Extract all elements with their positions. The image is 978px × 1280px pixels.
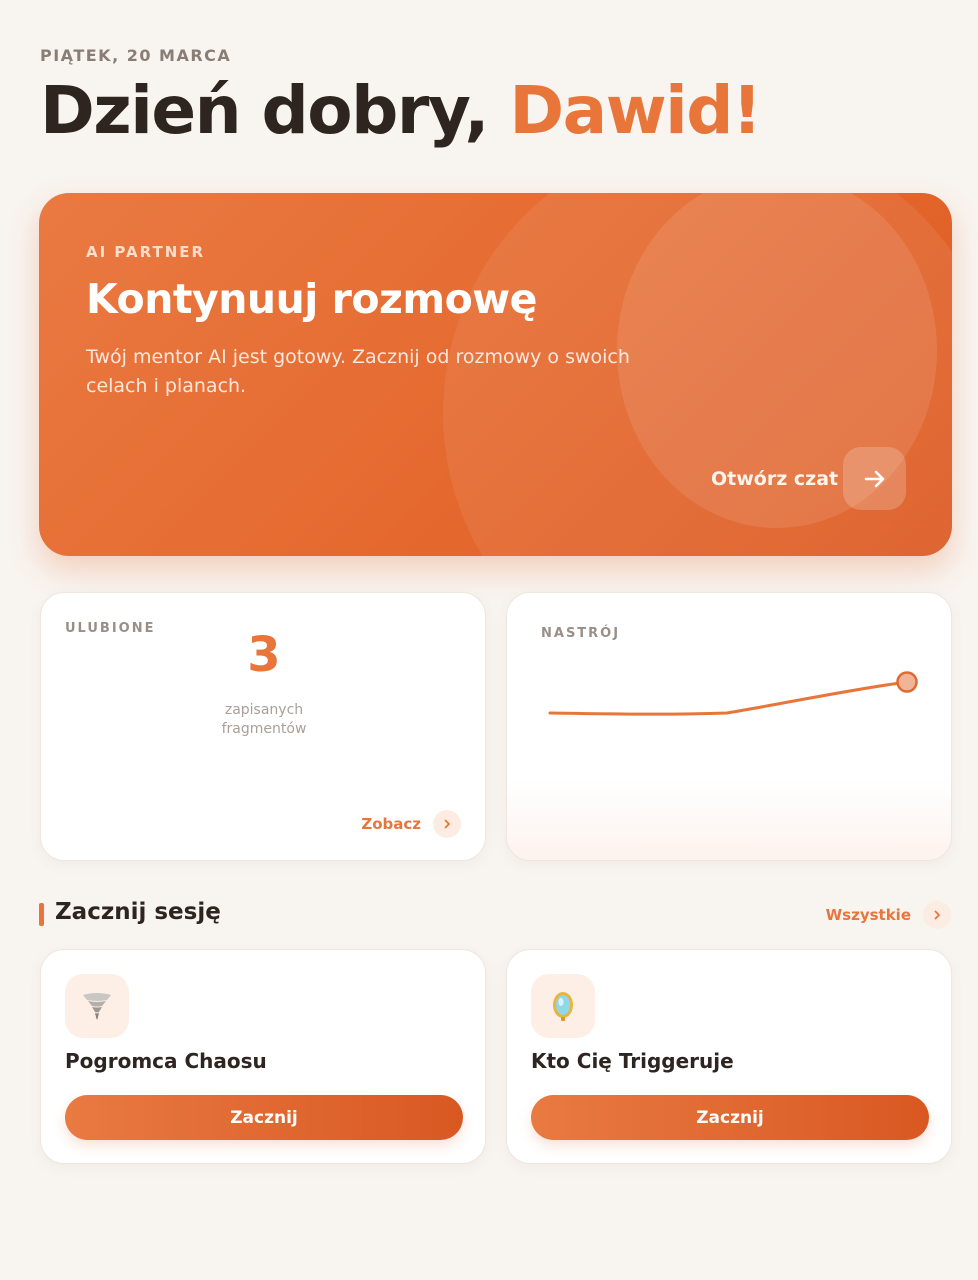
hero-title: Kontynuuj rozmowę <box>86 275 537 323</box>
greeting-text: Dzień dobry, <box>40 72 489 149</box>
start-session-button[interactable]: Zacznij <box>65 1095 463 1140</box>
ai-partner-card[interactable]: AI PARTNER Kontynuuj rozmowę Twój mentor… <box>39 193 952 556</box>
chevron-right-icon <box>433 810 461 838</box>
session-title: Pogromca Chaosu <box>65 1049 267 1073</box>
home-screen: PIĄTEK, 20 MARCA Dzień dobry, Dawid! AI … <box>0 0 978 1280</box>
session-title: Kto Cię Triggeruje <box>531 1049 734 1073</box>
session-icon-tile <box>65 974 129 1038</box>
hero-label: AI PARTNER <box>86 243 206 261</box>
arrow-right-icon <box>864 470 884 487</box>
user-name: Dawid! <box>509 72 762 149</box>
session-card[interactable]: Kto Cię Triggeruje Zacznij <box>506 949 952 1164</box>
open-chat-link[interactable]: Otwórz czat <box>711 447 838 511</box>
hero-description: Twój mentor AI jest gotowy. Zacznij od r… <box>86 346 630 397</box>
session-card[interactable]: Pogromca Chaosu Zacznij <box>40 949 486 1164</box>
mood-trend-line <box>548 680 909 716</box>
tornado-icon <box>83 993 111 1020</box>
mood-trend-chart <box>548 671 918 716</box>
favorites-card[interactable]: ULUBIONE 3 zapisanych fragmentów Zobacz <box>40 592 486 861</box>
favorites-subtitle: zapisanych fragmentów <box>221 702 307 737</box>
see-all-link[interactable]: Wszystkie <box>826 901 951 929</box>
section-title: Zacznij sesję <box>55 899 221 925</box>
see-link-label: Zobacz <box>361 815 421 833</box>
date-label: PIĄTEK, 20 MARCA <box>40 46 232 65</box>
favorites-see-link[interactable]: Zobacz <box>361 810 461 838</box>
greeting-heading: Dzień dobry, Dawid! <box>40 72 762 149</box>
mood-card[interactable]: NASTRÓJ <box>506 592 952 861</box>
favorites-count: 3 <box>247 627 281 683</box>
mirror-icon <box>553 992 573 1021</box>
mood-latest-point <box>896 671 918 693</box>
session-icon-tile <box>531 974 595 1038</box>
start-session-button[interactable]: Zacznij <box>531 1095 929 1140</box>
see-all-label: Wszystkie <box>825 906 911 924</box>
open-chat-button[interactable] <box>843 447 906 510</box>
section-accent-bar <box>39 903 44 926</box>
chevron-right-icon <box>923 901 951 929</box>
